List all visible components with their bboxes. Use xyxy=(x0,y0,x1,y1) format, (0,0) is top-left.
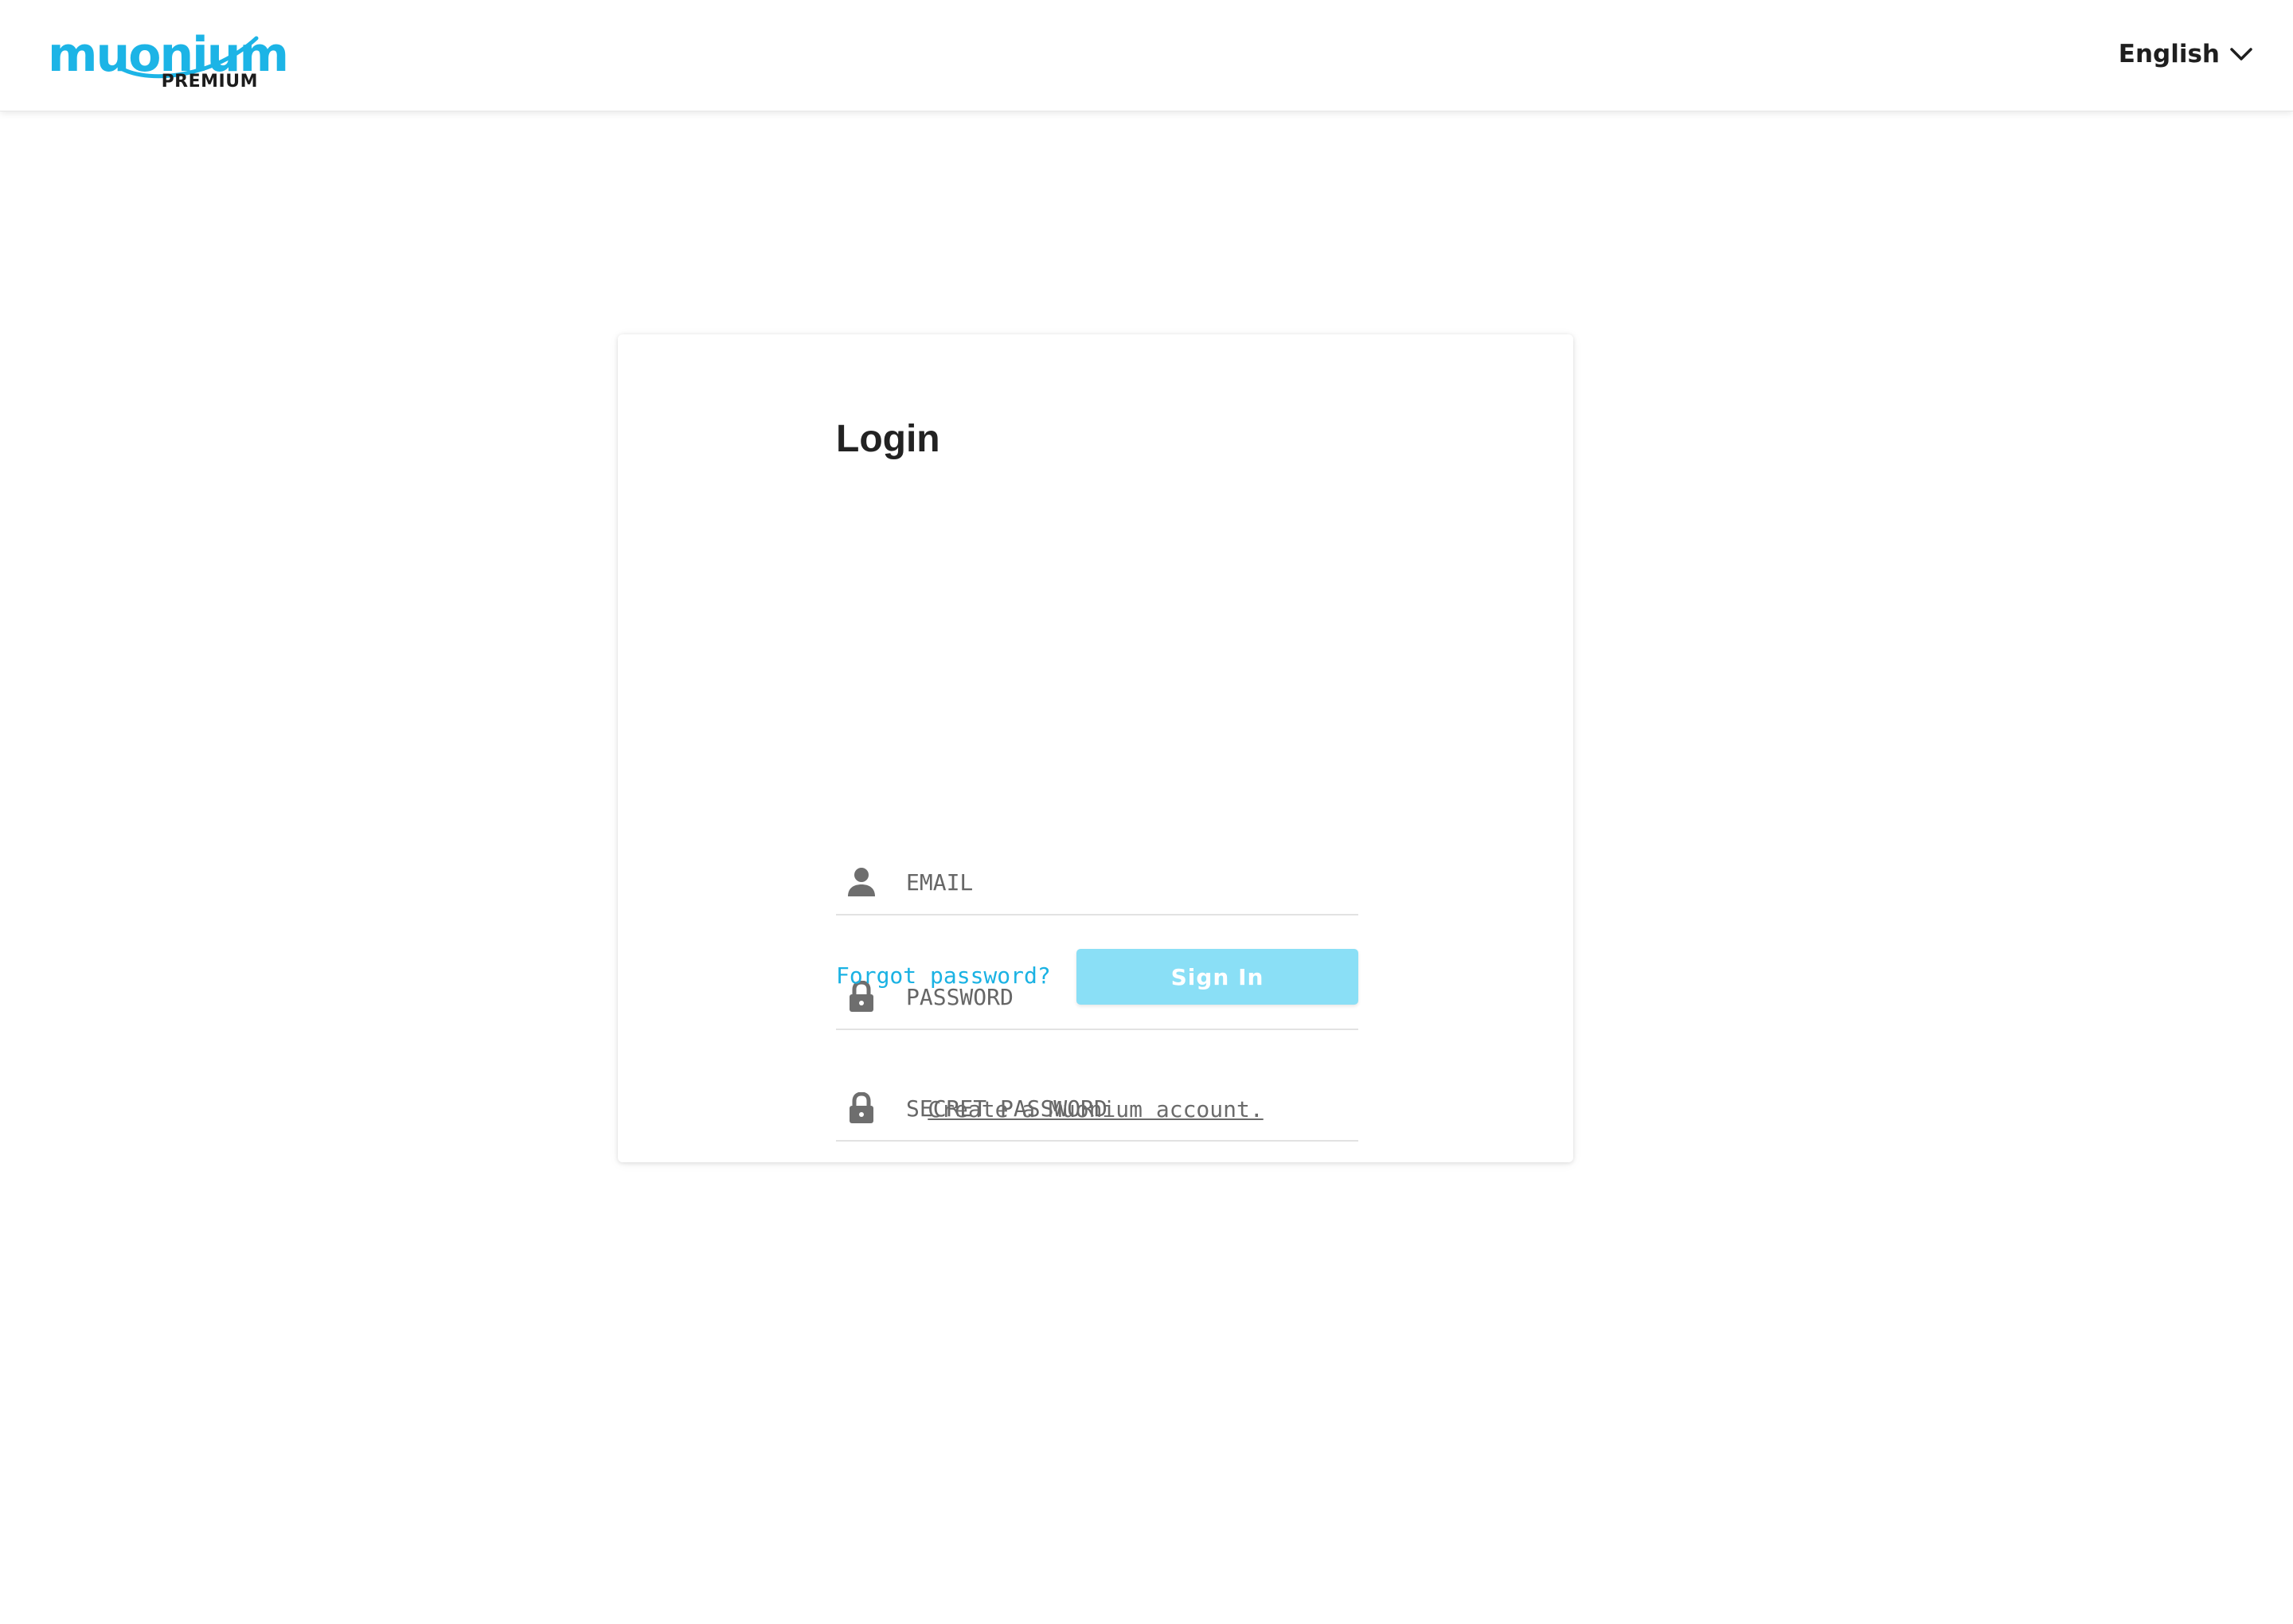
email-field-row xyxy=(836,849,1358,915)
user-icon xyxy=(848,868,875,896)
forgot-password-link[interactable]: Forgot password? xyxy=(836,960,1051,992)
language-selector[interactable]: English xyxy=(2119,37,2253,72)
email-input[interactable] xyxy=(906,865,1352,900)
language-label: English xyxy=(2118,40,2220,68)
sign-in-button[interactable]: Sign In xyxy=(1076,949,1358,1005)
login-card: Login Forgot password? Sign In Create a … xyxy=(618,334,1573,1162)
chevron-down-icon xyxy=(2230,48,2252,61)
login-title: Login xyxy=(836,418,940,460)
logo-tier-label: PREMIUM xyxy=(161,72,258,92)
create-account-link[interactable]: Create a Muonium account. xyxy=(618,1094,1573,1126)
top-bar: muonium PREMIUM English xyxy=(0,0,2293,111)
muonium-logo[interactable]: muonium PREMIUM xyxy=(48,27,289,96)
